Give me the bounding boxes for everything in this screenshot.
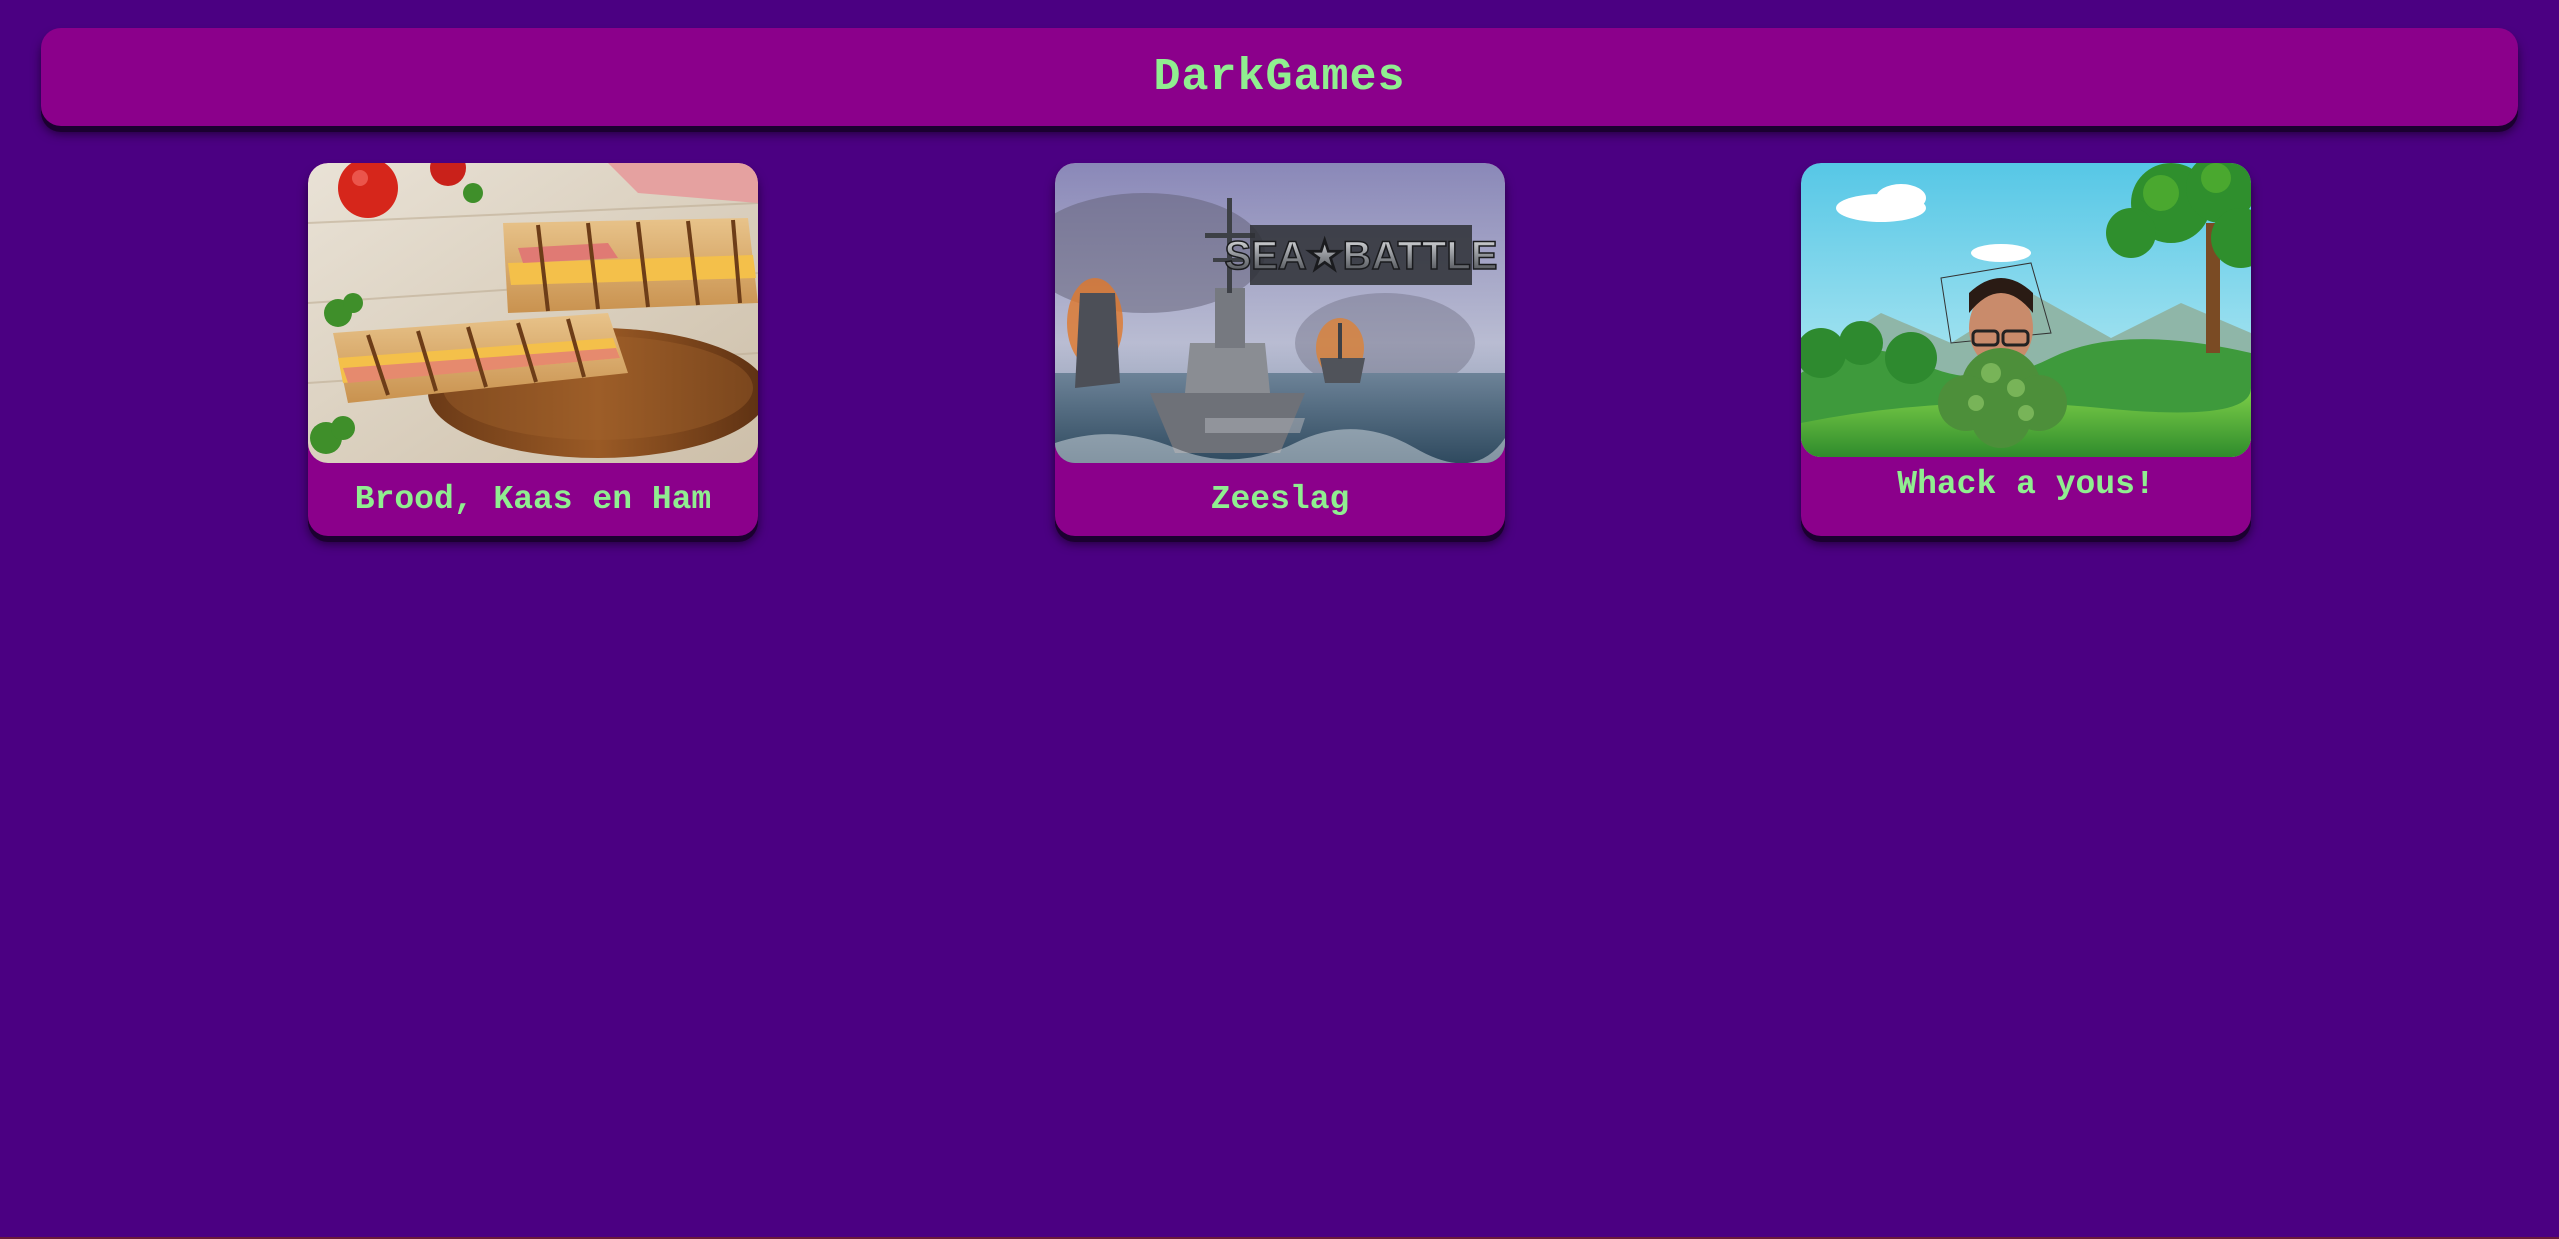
game-title[interactable]: Whack a yous! xyxy=(1801,457,2251,536)
site-title: DarkGames xyxy=(1153,51,1406,103)
game-title[interactable]: Zeeslag xyxy=(1055,463,1505,536)
game-card-zeeslag[interactable]: SEA★BATTLE Zeeslag xyxy=(1055,163,1505,536)
game-title[interactable]: Brood, Kaas en Ham xyxy=(308,463,758,536)
whack-a-mole-scene-image xyxy=(1801,163,2251,457)
sea-battle-logo-text: SEA★BATTLE xyxy=(1225,234,1498,278)
toasted-sandwich-image xyxy=(308,163,758,463)
site-header: DarkGames xyxy=(41,28,2518,126)
sea-battle-image: SEA★BATTLE xyxy=(1055,163,1505,463)
game-card-brood-kaas-en-ham[interactable]: Brood, Kaas en Ham xyxy=(308,163,758,536)
game-card-whack-a-yous[interactable]: Whack a yous! xyxy=(1801,163,2251,536)
